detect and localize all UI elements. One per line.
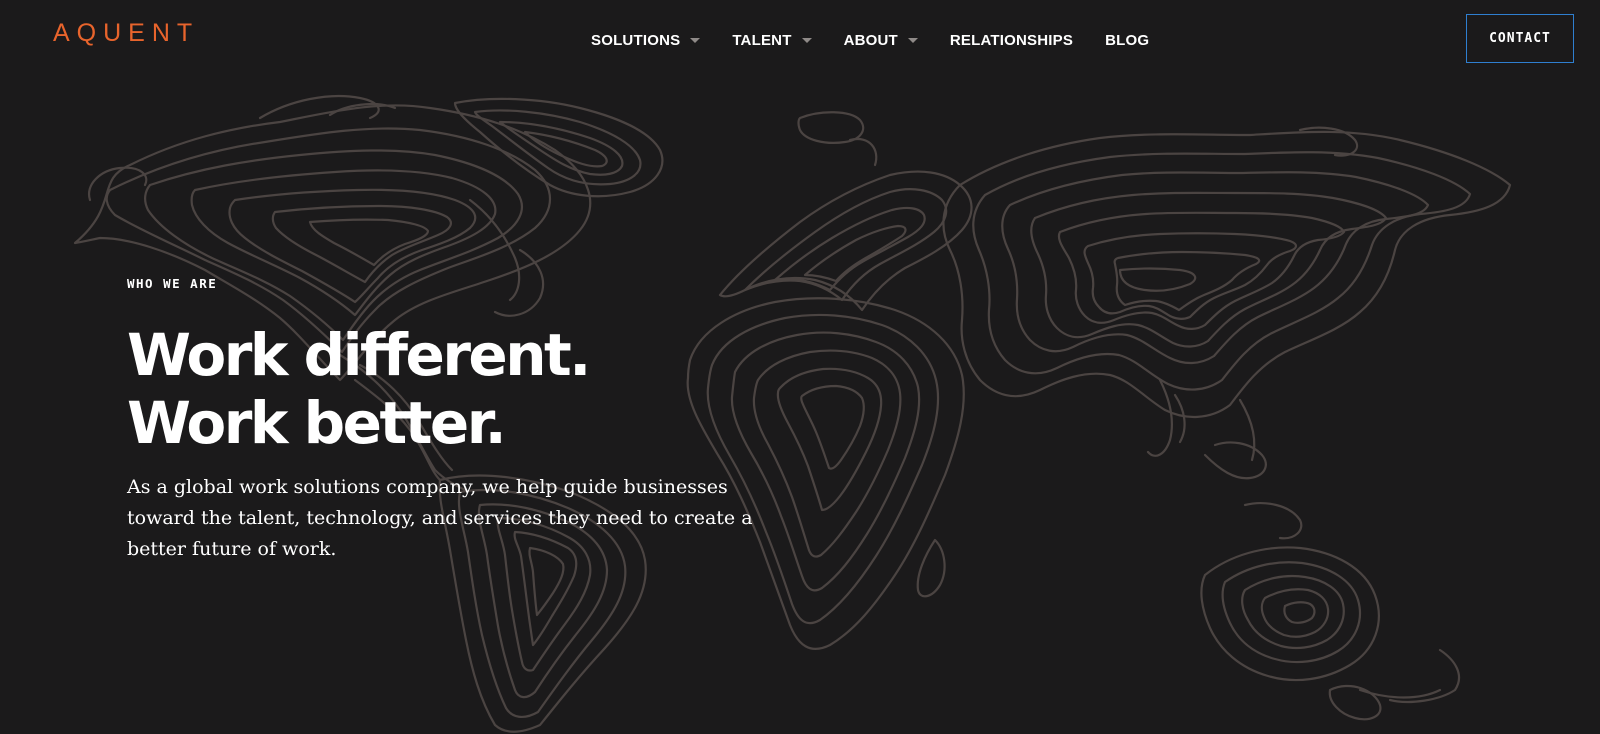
hero-description: As a global work solutions company, we h…	[127, 476, 753, 560]
nav-item-relationships[interactable]: RELATIONSHIPS	[950, 29, 1073, 51]
nav-item-about[interactable]: ABOUT	[844, 29, 918, 51]
site-header: AQUENT SOLUTIONS TALENT ABOUT RELATIONSH…	[0, 0, 1600, 80]
chevron-down-icon	[801, 38, 812, 43]
primary-nav: SOLUTIONS TALENT ABOUT RELATIONSHIPS BLO…	[591, 29, 1149, 51]
nav-item-talent[interactable]: TALENT	[732, 29, 812, 51]
nav-item-label: SOLUTIONS	[591, 31, 681, 49]
nav-item-blog[interactable]: BLOG	[1105, 29, 1149, 51]
contact-button[interactable]: CONTACT	[1466, 14, 1574, 63]
asia-contours	[942, 126, 1512, 480]
headline-line-1: Work different.	[127, 321, 591, 389]
australia-contours	[1200, 502, 1461, 721]
chevron-down-icon	[907, 38, 918, 43]
nav-item-label: RELATIONSHIPS	[949, 31, 1074, 49]
chevron-down-icon	[690, 38, 701, 43]
nav-item-label: TALENT	[732, 31, 792, 49]
nav-item-label: ABOUT	[843, 31, 898, 49]
headline-line-2: Work better.	[127, 389, 507, 457]
hero-headline: Work different. Work better.	[127, 321, 807, 457]
nav-item-solutions[interactable]: SOLUTIONS	[591, 29, 701, 51]
nav-item-label: BLOG	[1105, 31, 1150, 49]
hero-section: WHO WE ARE Work different. Work better. …	[127, 276, 807, 565]
aquent-logo[interactable]: AQUENT	[53, 19, 199, 48]
section-eyebrow: WHO WE ARE	[127, 276, 218, 291]
